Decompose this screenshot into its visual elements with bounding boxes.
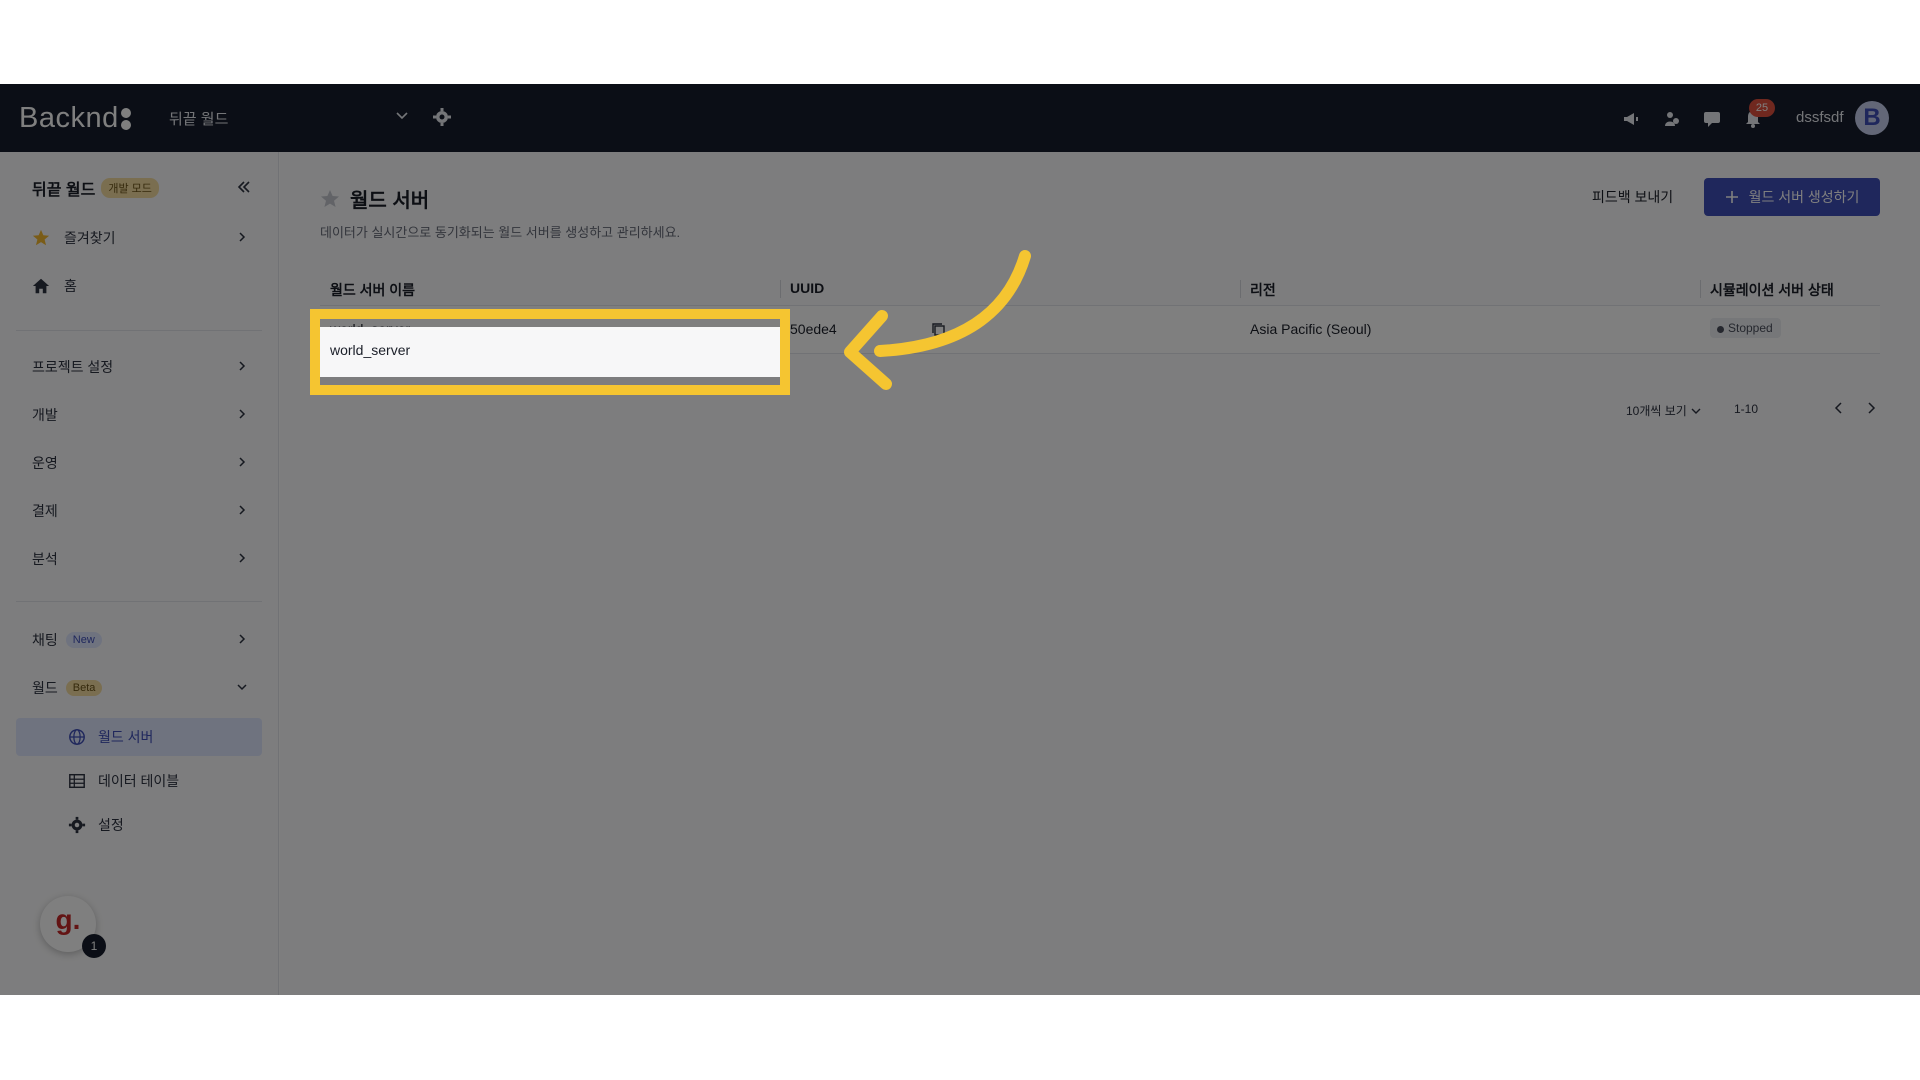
sidebar-item-world[interactable]: 월드 Beta (32, 675, 248, 701)
chevron-right-icon (239, 457, 246, 467)
top-navigation-bar: Backnd 뒤끝 월드 25 dssfsdf B (0, 84, 1920, 152)
sidebar-item-label: 결제 (32, 503, 58, 519)
sidebar-item-label: 개발 (32, 407, 58, 423)
sidebar: 뒤끝 월드 개발 모드 즐겨찾기 홈 프로젝트 설정 개발 운영 결제 분석 채… (0, 152, 279, 995)
chevron-right-icon (239, 505, 246, 515)
community-icon[interactable] (1662, 109, 1682, 129)
username[interactable]: dssfsdf (1796, 109, 1844, 126)
app-window: Backnd 뒤끝 월드 25 dssfsdf B 뒤끝 월드 개발 모드 즐겨… (0, 84, 1920, 995)
sidebar-item-favorites[interactable]: 즐겨찾기 (32, 225, 248, 251)
sidebar-item-label: 운영 (32, 455, 58, 471)
sidebar-item-chat[interactable]: 채팅 New (32, 627, 248, 653)
sidebar-divider (16, 601, 262, 602)
sidebar-item-label: 홈 (64, 278, 77, 294)
sidebar-project-header: 뒤끝 월드 개발 모드 (32, 176, 159, 200)
gear-icon[interactable] (432, 107, 452, 127)
chat-icon[interactable] (1702, 109, 1722, 129)
column-header-status[interactable]: 시뮬레이션 서버 상태 (1710, 280, 1834, 300)
table-icon (69, 773, 85, 789)
tutorial-highlight-frame (310, 309, 790, 395)
beta-badge: Beta (65, 680, 103, 696)
table-header: 월드 서버 이름 UUID 리전 시뮬레이션 서버 상태 (320, 272, 1880, 306)
column-separator (1700, 280, 1701, 298)
globe-icon (69, 729, 85, 745)
chevron-right-icon (239, 409, 246, 419)
dev-mode-badge: 개발 모드 (101, 178, 159, 198)
logo-text: Backnd (19, 102, 119, 134)
sidebar-item-project-settings[interactable]: 프로젝트 설정 (32, 354, 248, 380)
column-separator (780, 280, 781, 298)
helper-count-badge: 1 (82, 934, 106, 958)
avatar[interactable]: B (1855, 101, 1889, 135)
sidebar-item-operations[interactable]: 운영 (32, 450, 248, 476)
plus-icon (1725, 191, 1738, 203)
home-icon (32, 277, 50, 295)
collapse-sidebar-icon[interactable] (236, 179, 252, 195)
sidebar-divider (16, 330, 262, 331)
status-badge: Stopped (1710, 318, 1781, 338)
project-selector[interactable]: 뒤끝 월드 (169, 106, 409, 130)
sidebar-item-analytics[interactable]: 분석 (32, 546, 248, 572)
chevron-down-icon (237, 684, 247, 691)
notification-count-badge: 25 (1749, 99, 1775, 117)
region-cell: Asia Pacific (Seoul) (1250, 321, 1372, 337)
per-page-selector[interactable]: 10개씩 보기 (1626, 402, 1701, 419)
column-separator (1240, 280, 1241, 298)
sidebar-item-label: 채팅 (32, 632, 58, 648)
chevron-right-icon (239, 634, 246, 644)
sidebar-item-development[interactable]: 개발 (32, 402, 248, 428)
main-content: 월드 서버 데이터가 실시간으로 동기화되는 월드 서버를 생성하고 관리하세요… (280, 152, 1920, 995)
sidebar-item-world-server[interactable]: 월드 서버 (16, 718, 262, 756)
chevron-right-icon (239, 361, 246, 371)
chevron-right-icon (239, 232, 246, 242)
chevron-right-icon (239, 553, 246, 563)
chevron-down-icon (1691, 408, 1701, 414)
chevron-right-icon[interactable] (1864, 401, 1878, 415)
sidebar-item-label: 데이터 테이블 (98, 773, 180, 789)
create-button-label: 월드 서버 생성하기 (1748, 189, 1860, 205)
sidebar-item-label: 분석 (32, 551, 58, 567)
sidebar-project-title: 뒤끝 월드 (32, 182, 96, 199)
sidebar-item-label: 프로젝트 설정 (32, 359, 114, 375)
new-badge: New (65, 632, 102, 648)
star-outline-icon[interactable] (320, 189, 340, 209)
sidebar-item-label: 월드 (32, 680, 58, 696)
column-header-region[interactable]: 리전 (1250, 280, 1276, 300)
project-selector-label: 뒤끝 월드 (169, 110, 229, 128)
megaphone-icon[interactable] (1621, 109, 1641, 129)
page-range: 1-10 (1734, 402, 1759, 416)
page-description: 데이터가 실시간으로 동기화되는 월드 서버를 생성하고 관리하세요. (320, 225, 681, 240)
gear-icon (68, 816, 86, 834)
sidebar-item-world-settings[interactable]: 설정 (16, 806, 262, 844)
page-title: 월드 서버 (350, 190, 430, 212)
column-header-name[interactable]: 월드 서버 이름 (330, 280, 415, 300)
sidebar-item-payment[interactable]: 결제 (32, 498, 248, 524)
sidebar-item-data-table[interactable]: 데이터 테이블 (16, 762, 262, 800)
page-title-row: 월드 서버 (320, 184, 429, 213)
per-page-label: 10개씩 보기 (1626, 404, 1687, 418)
star-icon (32, 229, 50, 247)
sidebar-item-label: 월드 서버 (98, 729, 154, 745)
sidebar-item-home[interactable]: 홈 (32, 273, 248, 299)
sidebar-item-label: 설정 (98, 817, 124, 833)
pagination: 10개씩 보기 1-10 (1626, 398, 1880, 422)
chevron-down-icon (396, 112, 408, 120)
create-world-server-button[interactable]: 월드 서버 생성하기 (1704, 178, 1880, 216)
logo-mark-icon (120, 107, 132, 130)
sidebar-item-label: 즐겨찾기 (64, 230, 116, 246)
backnd-logo[interactable]: Backnd (19, 102, 132, 135)
feedback-button[interactable]: 피드백 보내기 (1592, 187, 1673, 207)
tutorial-arrow-icon (844, 250, 1031, 390)
chevron-left-icon[interactable] (1832, 401, 1846, 415)
